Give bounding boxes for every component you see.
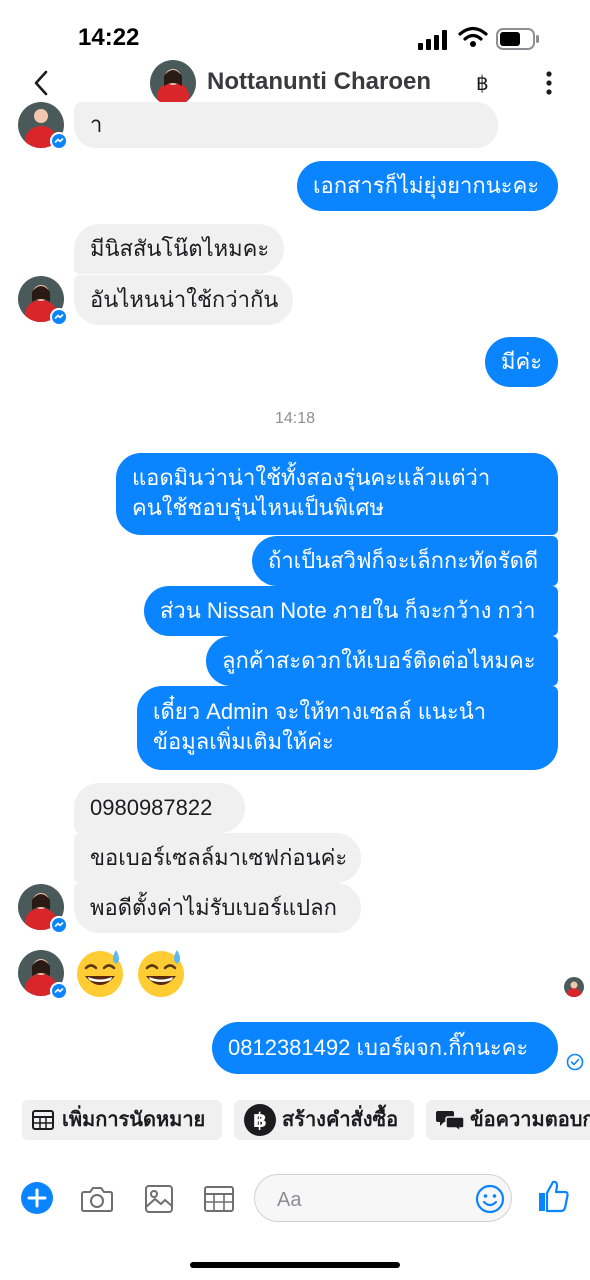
status-bar: 14:22 <box>0 0 590 60</box>
messenger-badge-icon <box>50 982 68 1000</box>
grinning-sweat-emoji-icon[interactable] <box>74 946 126 998</box>
thumbs-up-icon[interactable] <box>536 1178 570 1214</box>
status-time: 14:22 <box>78 24 140 51</box>
calendar-icon <box>32 1110 54 1130</box>
outgoing-message[interactable]: เอกสารก็ไม่ยุ่งยากนะคะ <box>297 161 558 211</box>
seen-avatar <box>564 977 584 997</box>
outgoing-message[interactable]: 0812381492 เบอร์ผจก.กิ๊กนะคะ <box>212 1022 558 1074</box>
messenger-badge-icon <box>50 916 68 934</box>
outgoing-message[interactable]: แอดมินว่าน่าใช้ทั้งสองรุ่นคะแล้วแต่ว่าคน… <box>116 453 558 535</box>
chat-bubbles-icon <box>436 1111 464 1131</box>
incoming-message[interactable]: อันไหนน่าใช้กว่ากัน <box>74 275 293 325</box>
contact-name[interactable]: Nottanunti Charoen <box>207 68 431 96</box>
message-input-box[interactable] <box>254 1174 512 1222</box>
more-options-icon[interactable] <box>540 70 558 96</box>
outgoing-message[interactable]: ส่วน Nissan Note ภายใน ก็จะกว้าง กว่า <box>144 586 558 636</box>
contact-avatar <box>18 884 68 934</box>
quick-reply-saved-replies[interactable]: ข้อความตอบก <box>426 1100 590 1140</box>
svg-text:฿: ฿ <box>253 1108 267 1132</box>
camera-icon[interactable] <box>80 1182 114 1216</box>
message-timestamp: 14:18 <box>274 410 316 427</box>
wifi-icon <box>458 26 488 47</box>
incoming-message[interactable]: า <box>74 102 498 148</box>
emoji-picker-icon[interactable] <box>475 1184 505 1214</box>
table-grid-icon[interactable] <box>202 1182 236 1216</box>
incoming-message[interactable]: 0980987822 <box>74 783 245 833</box>
message-input[interactable] <box>275 1185 469 1215</box>
conversation-header: Nottanunti Charoen ฿ <box>0 58 590 108</box>
outgoing-message[interactable]: เดี๋ยว Admin จะให้ทางเซลล์ แนะนำข้อมูลเพ… <box>137 686 558 770</box>
incoming-message[interactable]: มีนิสสันโน๊ตไหมคะ <box>74 224 284 274</box>
messenger-badge-icon <box>50 308 68 326</box>
contact-avatar <box>18 102 68 150</box>
contact-avatar <box>18 950 68 1000</box>
outgoing-message[interactable]: ถ้าเป็นสวิฟก็จะเล็กกะทัดรัดดี <box>252 536 558 586</box>
incoming-message[interactable]: ขอเบอร์เซลล์มาเซฟก่อนค่ะ <box>74 833 361 883</box>
quick-reply-create-order[interactable]: ฿ สร้างคำสั่งซื้อ <box>234 1100 414 1140</box>
contact-avatar[interactable] <box>150 60 196 106</box>
battery-icon <box>496 28 539 50</box>
cellular-signal-icon <box>418 30 447 50</box>
home-indicator <box>190 1262 400 1268</box>
quick-reply-label: ข้อความตอบก <box>470 1109 590 1131</box>
add-plus-icon[interactable] <box>20 1181 54 1215</box>
outgoing-message[interactable]: มีค่ะ <box>485 337 558 387</box>
quick-reply-label: สร้างคำสั่งซื้อ <box>282 1109 399 1131</box>
quick-reply-label: เพิ่มการนัดหมาย <box>62 1109 206 1131</box>
baht-icon: ฿ <box>244 1104 276 1136</box>
quick-reply-appointment[interactable]: เพิ่มการนัดหมาย <box>22 1100 222 1140</box>
outgoing-message[interactable]: ลูกค้าสะดวกให้เบอร์ติดต่อไหมคะ <box>206 636 558 686</box>
payments-baht-icon[interactable]: ฿ <box>476 71 489 95</box>
delivered-check-icon <box>566 1053 584 1071</box>
messenger-badge-icon <box>50 132 68 150</box>
contact-avatar <box>18 276 68 326</box>
grinning-sweat-emoji-icon[interactable] <box>135 946 187 998</box>
back-chevron-icon[interactable] <box>30 68 52 98</box>
photo-gallery-icon[interactable] <box>142 1182 176 1216</box>
incoming-message[interactable]: พอดีตั้งค่าไม่รับเบอร์แปลก <box>74 883 361 933</box>
